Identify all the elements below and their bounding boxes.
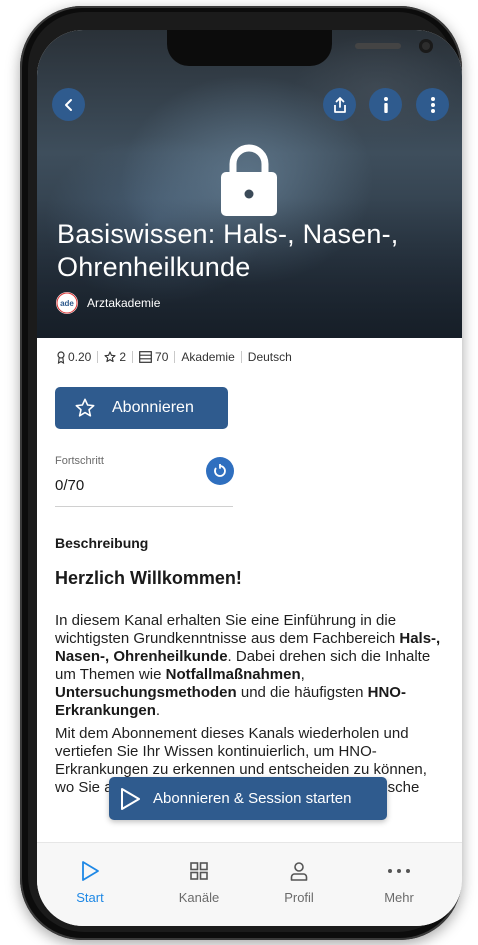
subscribe-and-start-session-button[interactable]: Abonnieren & Session starten: [109, 777, 387, 820]
meta-language: Deutsch: [247, 350, 292, 364]
app-screen: Basiswissen: Hals-, Nasen-, Ohrenheilkun…: [37, 30, 462, 926]
info-button[interactable]: [369, 88, 402, 121]
award-icon: [57, 350, 65, 364]
channel-meta-row: 0.20 2 70 Akademie Deutsch: [57, 350, 292, 364]
author-logo: ade: [56, 292, 78, 314]
cta-label: Abonnieren & Session starten: [153, 790, 352, 807]
more-vertical-icon: [430, 96, 435, 113]
front-camera: [419, 39, 433, 53]
back-icon: [64, 98, 72, 111]
description-paragraph-1: In diesem Kanal erhalten Sie eine Einfüh…: [55, 612, 441, 719]
more-options-button[interactable]: [416, 88, 449, 121]
share-icon: [333, 96, 346, 113]
bottom-tab-bar: Start Kanäle Profil Mehr: [37, 842, 462, 926]
tab-kanaele[interactable]: Kanäle: [164, 859, 234, 905]
meta-items: 70: [155, 350, 169, 364]
back-button[interactable]: [52, 88, 85, 121]
grid-icon: [190, 862, 208, 880]
author-name: Arztakademie: [87, 296, 161, 310]
meta-type: Akademie: [181, 350, 235, 364]
play-outline-icon: [121, 787, 140, 810]
progress-value: 0/70: [55, 477, 85, 494]
tab-mehr[interactable]: Mehr: [364, 859, 434, 905]
meta-stars: 2: [119, 350, 127, 364]
svg-text:ade: ade: [60, 299, 74, 308]
person-icon: [290, 862, 308, 881]
meta-points: 0.20: [68, 350, 92, 364]
info-icon: [383, 96, 388, 113]
channel-author[interactable]: ade Arztakademie: [56, 292, 160, 314]
description-heading: Beschreibung: [55, 535, 149, 551]
subscribe-button[interactable]: Abonnieren: [55, 387, 228, 429]
list-icon: [139, 351, 152, 363]
welcome-heading: Herzlich Willkommen!: [55, 568, 242, 588]
channel-title: Basiswissen: Hals-, Nasen-, Ohrenheilkun…: [57, 219, 399, 282]
progress-divider: [55, 506, 233, 507]
channel-hero: Basiswissen: Hals-, Nasen-, Ohrenheilkun…: [37, 30, 462, 338]
speaker: [355, 43, 401, 49]
play-outline-icon: [82, 861, 99, 881]
notch: [167, 30, 433, 66]
subscribe-label: Abonnieren: [112, 399, 194, 416]
more-horizontal-icon: [388, 869, 410, 873]
star-outline-icon: [75, 398, 95, 417]
refresh-icon: [214, 464, 226, 477]
reset-progress-button[interactable]: [206, 457, 234, 485]
tab-profil[interactable]: Profil: [264, 859, 334, 905]
star-icon: [104, 351, 116, 363]
progress-label: Fortschritt: [55, 455, 104, 467]
tab-start[interactable]: Start: [55, 859, 125, 905]
share-button[interactable]: [323, 88, 356, 121]
lock-icon: [221, 144, 277, 216]
